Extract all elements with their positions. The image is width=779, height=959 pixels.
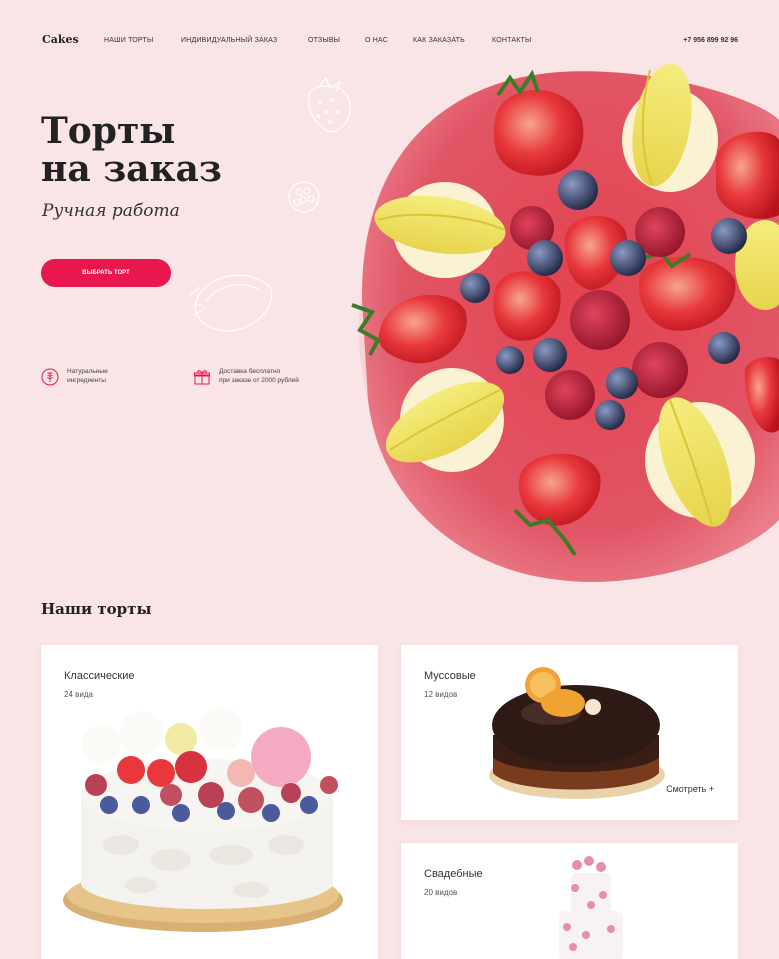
feature-natural: Натуральные ингредиенты	[41, 367, 161, 386]
wheat-icon	[41, 368, 59, 386]
macaron-bottom-left	[385, 368, 505, 472]
nav-about[interactable]: О нас	[365, 37, 388, 44]
choose-cake-button[interactable]: Выбрать торт	[41, 259, 171, 287]
strawberry-left	[351, 294, 467, 364]
macaron-right	[735, 220, 779, 310]
nav-reviews[interactable]: Отзывы	[308, 37, 340, 44]
category-card-classic[interactable]: Классические 24 вида	[41, 645, 378, 959]
feature-natural-line1: Натуральные	[67, 368, 108, 375]
wedding-cake-image	[559, 856, 623, 959]
logo[interactable]: Cakes	[42, 33, 79, 46]
hero-title-line2: на заказ	[41, 148, 222, 190]
nav-how-to-order[interactable]: Как заказать	[413, 37, 465, 44]
feature-delivery-line1: Доставка бесплатно	[219, 368, 281, 375]
hero-title: Торты на заказ	[41, 112, 271, 188]
feature-natural-line2: ингредиенты	[67, 377, 106, 384]
site-header: Cakes Наши торты Индивидуальный заказ От…	[0, 0, 779, 84]
hero-title-line1: Торты	[41, 110, 176, 152]
strawberry-center	[493, 215, 779, 557]
strawberry-right-top	[716, 131, 779, 219]
catalog-title: Наши торты	[41, 600, 152, 618]
nav-our-cakes[interactable]: Наши торты	[104, 37, 153, 44]
macaron-bottom-right	[645, 397, 755, 527]
view-more-link[interactable]: Смотреть +	[666, 784, 714, 794]
feature-delivery: Доставка бесплатно при заказе от 2000 ру…	[193, 367, 333, 386]
phone-number[interactable]: +7 956 899 92 96	[683, 37, 738, 44]
category-card-wedding[interactable]: Свадебные 20 видов	[401, 843, 738, 959]
gift-icon	[194, 370, 210, 385]
classic-cake-image	[63, 707, 343, 932]
strawberry-outline-decor	[307, 76, 351, 133]
berry-outline-decor	[288, 181, 320, 213]
macaron-left	[374, 182, 506, 278]
nav-contacts[interactable]: Контакты	[492, 37, 531, 44]
hero-subtitle: Ручная работа	[42, 201, 180, 221]
strawberry-top	[493, 69, 584, 176]
feature-delivery-line2: при заказе от 2000 рублей	[219, 377, 299, 384]
nav-custom-order[interactable]: Индивидуальный заказ	[181, 37, 277, 44]
blueberries	[460, 170, 747, 430]
raspberries	[510, 206, 688, 420]
category-card-mousse[interactable]: Муссовые 12 видов Смотреть +	[401, 645, 738, 820]
strawberry-half-outline-decor	[189, 274, 273, 332]
